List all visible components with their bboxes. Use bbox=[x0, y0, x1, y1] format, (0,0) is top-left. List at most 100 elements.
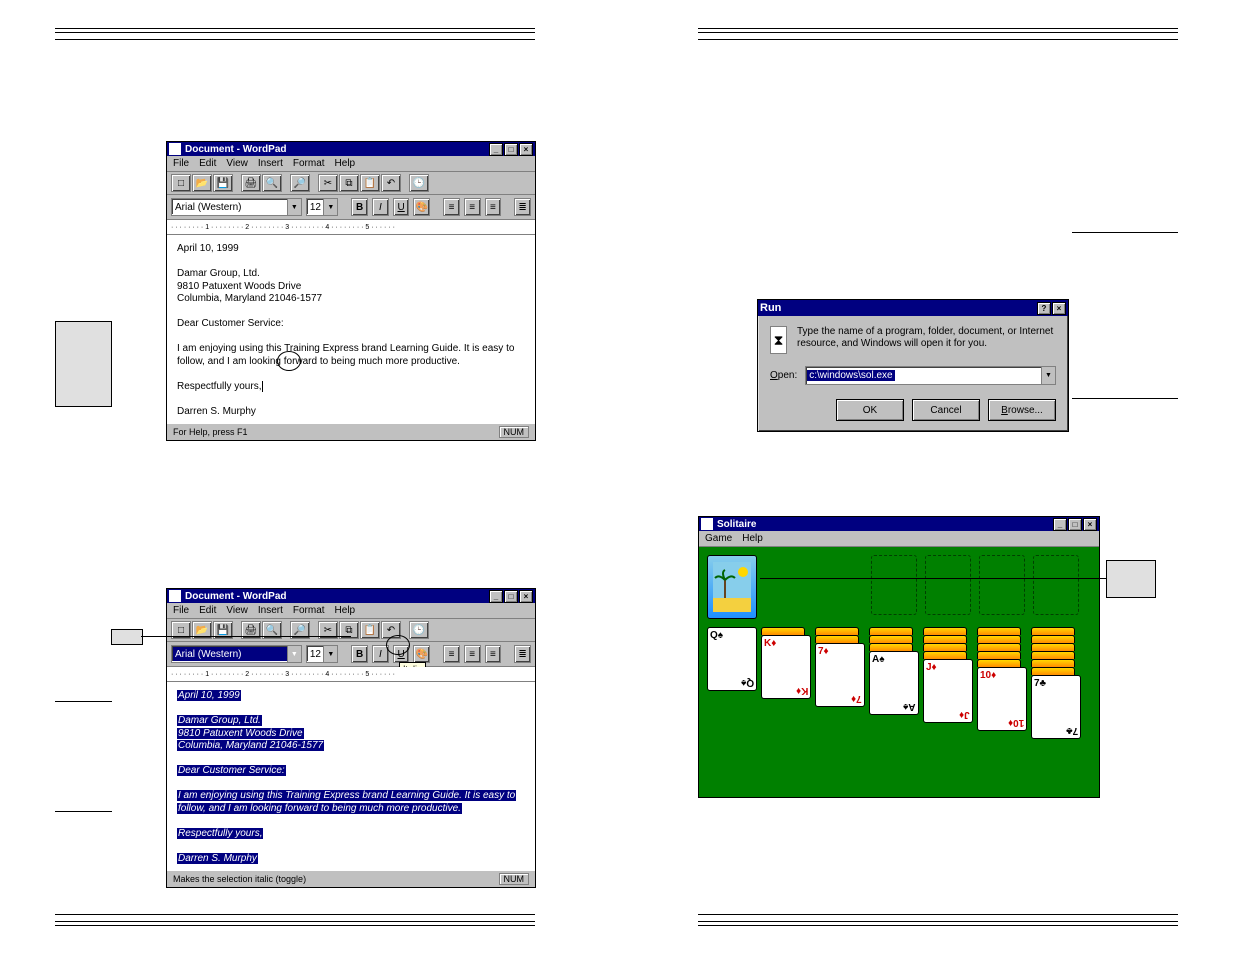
menu-insert[interactable]: Insert bbox=[258, 605, 283, 616]
close-button[interactable]: × bbox=[1083, 518, 1097, 531]
help-button[interactable]: ? bbox=[1037, 302, 1051, 315]
align-right-icon[interactable]: ≡ bbox=[485, 198, 502, 216]
card-7-diamonds[interactable]: 7♦7♦ bbox=[815, 643, 865, 707]
card-7-clubs[interactable]: 7♣7♣ bbox=[1031, 675, 1081, 739]
close-button[interactable]: × bbox=[519, 590, 533, 603]
cancel-button[interactable]: Cancel bbox=[912, 399, 980, 421]
menu-view[interactable]: View bbox=[226, 158, 248, 169]
minimize-button[interactable]: _ bbox=[1053, 518, 1067, 531]
minimize-button[interactable]: _ bbox=[489, 590, 503, 603]
paste-icon[interactable]: 📋 bbox=[360, 621, 380, 639]
play-area[interactable]: Q♠Q♠ K♦K♦ 7♦7♦ A♠A♠ J♦J♦ bbox=[699, 547, 1099, 797]
deck-back[interactable] bbox=[707, 555, 757, 619]
ruler[interactable]: · · · · · · · · 1 · · · · · · · · 2 · · … bbox=[167, 667, 535, 682]
color-icon[interactable]: 🎨 bbox=[413, 645, 430, 663]
align-left-icon[interactable]: ≡ bbox=[443, 198, 460, 216]
align-left-icon[interactable]: ≡ bbox=[443, 645, 460, 663]
card-k-diamonds[interactable]: K♦K♦ bbox=[761, 635, 811, 699]
maximize-button[interactable]: □ bbox=[504, 143, 518, 156]
dropdown-icon[interactable]: ▼ bbox=[287, 199, 301, 215]
align-center-icon[interactable]: ≡ bbox=[464, 198, 481, 216]
standard-toolbar: □ 📂 💾 🖨 🔍 🔎 ✂ ⧉ 📋 ↶ 🕒 bbox=[167, 619, 535, 642]
close-button[interactable]: × bbox=[519, 143, 533, 156]
find-icon[interactable]: 🔎 bbox=[290, 174, 310, 192]
doc-body1: I am enjoying using this Training Expres… bbox=[177, 343, 525, 356]
menu-game[interactable]: Game bbox=[705, 533, 732, 544]
run-instructions: Type the name of a program, folder, docu… bbox=[797, 326, 1056, 350]
font-size: 12 bbox=[310, 649, 321, 660]
italic-icon[interactable]: I bbox=[372, 198, 389, 216]
dropdown-icon[interactable]: ▼ bbox=[323, 199, 337, 215]
bullets-icon[interactable]: ≣ bbox=[514, 645, 531, 663]
page-marker-2 bbox=[111, 629, 143, 645]
copy-icon[interactable]: ⧉ bbox=[339, 174, 359, 192]
format-toolbar: Arial (Western) ▼ 12 ▼ B I U 🎨 ≡ ≡ ≡ ≣ bbox=[167, 195, 535, 220]
maximize-button[interactable]: □ bbox=[504, 590, 518, 603]
menu-format[interactable]: Format bbox=[293, 605, 325, 616]
color-icon[interactable]: 🎨 bbox=[413, 198, 430, 216]
undo-icon[interactable]: ↶ bbox=[381, 621, 401, 639]
bullets-icon[interactable]: ≣ bbox=[514, 198, 531, 216]
titlebar[interactable]: Run ? × bbox=[758, 300, 1068, 316]
save-icon[interactable]: 💾 bbox=[213, 174, 233, 192]
titlebar[interactable]: Document - WordPad _ □ × bbox=[167, 142, 535, 156]
foundation-slot[interactable] bbox=[1033, 555, 1079, 615]
menu-help[interactable]: Help bbox=[742, 533, 763, 544]
document-area-selected[interactable]: April 10, 1999 Damar Group, Ltd. 9810 Pa… bbox=[167, 682, 535, 870]
menu-help[interactable]: Help bbox=[335, 605, 356, 616]
card-j-diamonds[interactable]: J♦J♦ bbox=[923, 659, 973, 723]
bold-icon[interactable]: B bbox=[351, 645, 368, 663]
maximize-button[interactable]: □ bbox=[1068, 518, 1082, 531]
menu-insert[interactable]: Insert bbox=[258, 158, 283, 169]
menu-edit[interactable]: Edit bbox=[199, 158, 216, 169]
font-combo-selected[interactable]: Arial (Western) ▼ bbox=[171, 645, 302, 663]
menu-help[interactable]: Help bbox=[335, 158, 356, 169]
menu-file[interactable]: File bbox=[173, 605, 189, 616]
document-area[interactable]: April 10, 1999 Damar Group, Ltd. 9810 Pa… bbox=[167, 235, 535, 423]
undo-icon[interactable]: ↶ bbox=[381, 174, 401, 192]
card-a-spades[interactable]: A♠A♠ bbox=[869, 651, 919, 715]
doc-date: April 10, 1999 bbox=[177, 690, 241, 701]
underline-icon[interactable]: U bbox=[393, 645, 410, 663]
font-combo[interactable]: Arial (Western) ▼ bbox=[171, 198, 302, 216]
new-icon[interactable]: □ bbox=[171, 174, 191, 192]
browse-button[interactable]: Browse... bbox=[988, 399, 1056, 421]
align-center-icon[interactable]: ≡ bbox=[464, 645, 481, 663]
run-dialog: Run ? × ⧗ Type the name of a program, fo… bbox=[757, 299, 1069, 432]
align-right-icon[interactable]: ≡ bbox=[485, 645, 502, 663]
underline-icon[interactable]: U bbox=[393, 198, 410, 216]
italic-icon[interactable]: I bbox=[372, 645, 389, 663]
ok-button[interactable]: OK bbox=[836, 399, 904, 421]
ruler[interactable]: · · · · · · · · 1 · · · · · · · · 2 · · … bbox=[167, 220, 535, 235]
size-combo[interactable]: 12 ▼ bbox=[306, 645, 339, 663]
datetime-icon[interactable]: 🕒 bbox=[409, 621, 429, 639]
foundation-slot[interactable] bbox=[979, 555, 1025, 615]
bold-icon[interactable]: B bbox=[351, 198, 368, 216]
menu-format[interactable]: Format bbox=[293, 158, 325, 169]
wordpad-window-2: Document - WordPad _ □ × File Edit View … bbox=[166, 588, 536, 888]
dropdown-icon[interactable]: ▼ bbox=[323, 646, 337, 662]
close-button[interactable]: × bbox=[1052, 302, 1066, 315]
foundation-slot[interactable] bbox=[925, 555, 971, 615]
print-icon[interactable]: 🖨 bbox=[241, 174, 261, 192]
open-combo[interactable]: c:\windows\sol.exe ▼ bbox=[805, 366, 1056, 385]
card-q-spades[interactable]: Q♠Q♠ bbox=[707, 627, 757, 691]
menu-edit[interactable]: Edit bbox=[199, 605, 216, 616]
dropdown-icon[interactable]: ▼ bbox=[287, 646, 301, 662]
foundation-slot[interactable] bbox=[871, 555, 917, 615]
card-10-diamonds[interactable]: 10♦10♦ bbox=[977, 667, 1027, 731]
menu-file[interactable]: File bbox=[173, 158, 189, 169]
cut-icon[interactable]: ✂ bbox=[318, 174, 338, 192]
size-combo[interactable]: 12 ▼ bbox=[306, 198, 339, 216]
dropdown-icon[interactable]: ▼ bbox=[1041, 367, 1055, 384]
minimize-button[interactable]: _ bbox=[489, 143, 503, 156]
titlebar[interactable]: Document - WordPad _ □ × bbox=[167, 589, 535, 603]
open-icon[interactable]: 📂 bbox=[192, 174, 212, 192]
datetime-icon[interactable]: 🕒 bbox=[409, 174, 429, 192]
menubar: Game Help bbox=[699, 531, 1099, 547]
paste-icon[interactable]: 📋 bbox=[360, 174, 380, 192]
titlebar[interactable]: Solitaire _ □ × bbox=[699, 517, 1099, 531]
run-side-line-1 bbox=[1072, 232, 1178, 233]
preview-icon[interactable]: 🔍 bbox=[262, 174, 282, 192]
menu-view[interactable]: View bbox=[226, 605, 248, 616]
